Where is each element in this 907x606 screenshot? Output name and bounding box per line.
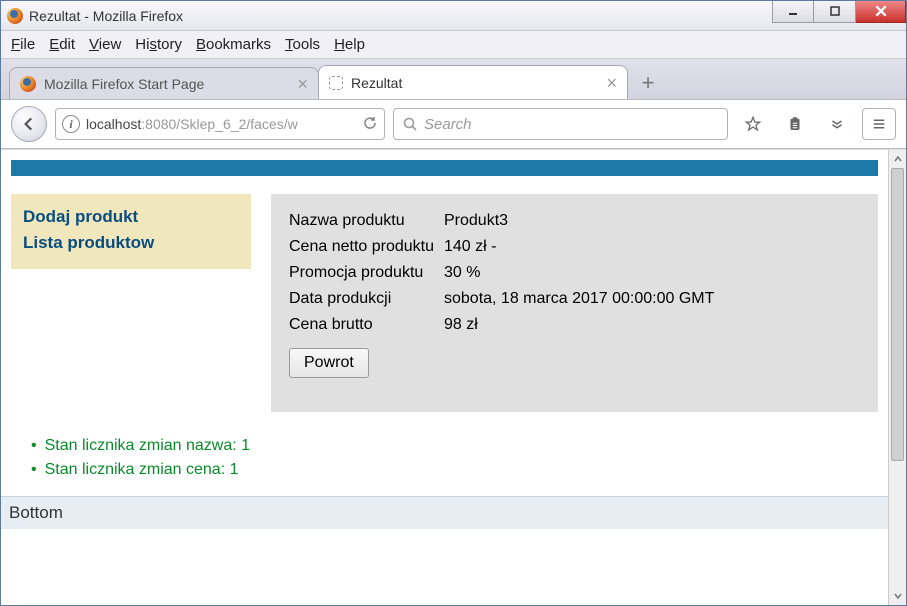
minimize-button[interactable]: [772, 1, 814, 23]
tab-start-page[interactable]: Mozilla Firefox Start Page ×: [9, 67, 319, 99]
search-placeholder: Search: [424, 116, 472, 133]
firefox-icon: [7, 8, 23, 24]
details-table: Nazwa produktuProdukt3 Cena netto produk…: [289, 208, 728, 338]
close-tab-icon[interactable]: ×: [606, 74, 617, 92]
sidebar: Dodaj produkt Lista produktow: [11, 194, 251, 269]
overflow-icon[interactable]: [820, 108, 854, 140]
tab-label: Rezultat: [351, 75, 598, 91]
scroll-track[interactable]: [889, 168, 906, 587]
window-controls: [772, 1, 906, 23]
url-text: localhost:8080/Sklep_6_2/faces/w: [86, 116, 356, 132]
back-button[interactable]: [11, 106, 47, 142]
scroll-thumb[interactable]: [891, 168, 904, 461]
close-button[interactable]: [856, 1, 906, 23]
window-title: Rezultat - Mozilla Firefox: [29, 8, 183, 24]
tabstrip: Mozilla Firefox Start Page × Rezultat × …: [1, 59, 906, 99]
nav-toolbar: i localhost:8080/Sklep_6_2/faces/w Searc…: [1, 99, 906, 149]
page-icon: [329, 76, 343, 90]
scroll-down-icon[interactable]: [889, 587, 906, 605]
scroll-up-icon[interactable]: [889, 150, 906, 168]
search-icon: [402, 116, 418, 132]
menu-history[interactable]: History: [135, 36, 182, 53]
page-content: Dodaj produkt Lista produktow Nazwa prod…: [1, 150, 888, 605]
tab-rezultat[interactable]: Rezultat ×: [318, 65, 628, 99]
table-row: Cena netto produktu140 zł -: [289, 234, 728, 260]
menu-bookmarks[interactable]: Bookmarks: [196, 36, 271, 53]
menu-file[interactable]: File: [11, 36, 35, 53]
table-row: Promocja produktu30 %: [289, 260, 728, 286]
details-panel: Nazwa produktuProdukt3 Cena netto produk…: [271, 194, 878, 412]
close-tab-icon[interactable]: ×: [297, 75, 308, 93]
maximize-button[interactable]: [814, 1, 856, 23]
sidebar-link-product-list[interactable]: Lista produktow: [23, 230, 239, 256]
message-item: Stan licznika zmian cena: 1: [31, 458, 878, 482]
clipboard-icon[interactable]: [778, 108, 812, 140]
menu-view[interactable]: View: [89, 36, 121, 53]
message-item: Stan licznika zmian nazwa: 1: [31, 434, 878, 458]
table-row: Data produkcjisobota, 18 marca 2017 00:0…: [289, 286, 728, 312]
back-button[interactable]: Powrot: [289, 348, 369, 378]
menu-help[interactable]: Help: [334, 36, 365, 53]
tab-label: Mozilla Firefox Start Page: [44, 76, 289, 92]
table-row: Nazwa produktuProdukt3: [289, 208, 728, 234]
titlebar: Rezultat - Mozilla Firefox: [1, 1, 906, 31]
messages: Stan licznika zmian nazwa: 1 Stan liczni…: [17, 434, 878, 482]
viewport: Dodaj produkt Lista produktow Nazwa prod…: [1, 149, 906, 605]
menu-tools[interactable]: Tools: [285, 36, 320, 53]
firefox-icon: [20, 76, 36, 92]
reload-icon[interactable]: [362, 115, 378, 134]
menu-edit[interactable]: Edit: [49, 36, 75, 53]
hamburger-menu-icon[interactable]: [862, 108, 896, 140]
scrollbar[interactable]: [888, 150, 906, 605]
site-info-icon[interactable]: i: [62, 115, 80, 133]
bookmark-star-icon[interactable]: [736, 108, 770, 140]
sidebar-link-add-product[interactable]: Dodaj produkt: [23, 204, 239, 230]
new-tab-button[interactable]: +: [633, 69, 663, 97]
address-bar[interactable]: i localhost:8080/Sklep_6_2/faces/w: [55, 108, 385, 140]
header-bar: [11, 160, 878, 176]
menubar: File Edit View History Bookmarks Tools H…: [1, 31, 906, 59]
footer: Bottom: [1, 496, 888, 529]
search-bar[interactable]: Search: [393, 108, 728, 140]
table-row: Cena brutto98 zł: [289, 312, 728, 338]
firefox-window: Rezultat - Mozilla Firefox File Edit Vie…: [0, 0, 907, 606]
